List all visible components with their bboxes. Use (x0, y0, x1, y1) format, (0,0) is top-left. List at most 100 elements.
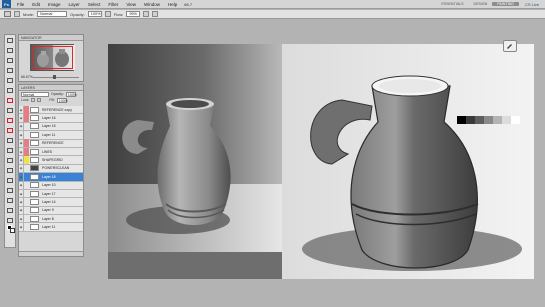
layer-thumbnail[interactable] (30, 182, 39, 189)
layer-name[interactable]: REFERENCE copy (42, 108, 72, 112)
layer-thumbnail[interactable] (30, 215, 39, 222)
menu-filter[interactable]: Filter (104, 2, 122, 7)
menu-edit[interactable]: Edit (28, 2, 44, 7)
gradient-tool-icon[interactable] (5, 146, 15, 155)
layer-name[interactable]: LINES (42, 150, 52, 154)
menu-select[interactable]: Select (84, 2, 105, 7)
opacity-field[interactable]: 100% (87, 11, 102, 17)
panel-toggle-icon[interactable] (503, 40, 517, 52)
eraser-tool-icon[interactable] (5, 136, 15, 145)
hand-tool-icon[interactable] (5, 216, 15, 225)
palette-swatch[interactable] (457, 116, 466, 124)
palette-swatch[interactable] (493, 116, 502, 124)
quick-select-tool-icon[interactable] (5, 66, 15, 75)
layer-thumbnail[interactable] (30, 207, 39, 214)
photoshop-logo-icon: Ps (2, 0, 11, 8)
healing-brush-tool-icon[interactable] (5, 96, 15, 105)
layer-thumbnail[interactable] (30, 123, 39, 130)
layer-name[interactable]: REFERENCE (42, 141, 64, 145)
navigator-zoom-value[interactable]: 66.67% (21, 75, 33, 79)
navigator-zoom-slider-handle[interactable] (53, 75, 56, 79)
palette-swatch[interactable] (466, 116, 475, 124)
background-color-swatch[interactable] (10, 228, 15, 233)
layer-thumbnail[interactable] (30, 173, 39, 180)
layer-thumbnail[interactable] (30, 198, 39, 205)
palette-swatch[interactable] (484, 116, 493, 124)
layer-thumbnail[interactable] (30, 190, 39, 197)
layer-name[interactable]: Layer 9 (42, 208, 54, 212)
menu-help[interactable]: Help (164, 2, 181, 7)
airbrush-icon[interactable] (143, 11, 150, 17)
history-brush-tool-icon[interactable] (5, 126, 15, 135)
layer-name[interactable]: POWERSCLEAN (42, 166, 69, 170)
type-tool-icon[interactable] (5, 186, 15, 195)
marquee-tool-icon[interactable] (5, 46, 15, 55)
navigator-tab[interactable]: NAVIGATOR (19, 35, 83, 41)
layer-thumbnail[interactable] (30, 224, 39, 231)
brush-tool-icon[interactable] (5, 106, 15, 115)
layer-name[interactable]: Layer 18 (42, 175, 56, 179)
layer-thumbnail[interactable] (30, 165, 39, 172)
crop-tool-icon[interactable] (5, 76, 15, 85)
mode-label: Mode: (23, 11, 35, 17)
photoshop-window: Ps File Edit Image Layer Select Filter V… (0, 0, 545, 307)
shape-tool-icon[interactable] (5, 206, 15, 215)
dodge-tool-icon[interactable] (5, 166, 15, 175)
pressure-opacity-icon[interactable] (104, 11, 111, 17)
palette-swatch[interactable] (502, 116, 511, 124)
layer-thumbnail[interactable] (30, 131, 39, 138)
navigator-preview[interactable] (30, 44, 75, 71)
navigator-zoom-slider[interactable] (33, 75, 79, 79)
workspace-design[interactable]: DESIGN (468, 2, 492, 6)
navigator-view-frame[interactable] (33, 46, 73, 69)
canvas-reference-photo[interactable] (108, 44, 282, 252)
zoom-level[interactable]: 66.7 (181, 2, 195, 7)
pressure-size-icon[interactable] (152, 11, 159, 17)
layer-name[interactable]: Layer 11 (42, 225, 55, 229)
menu-view[interactable]: View (122, 2, 140, 7)
layer-name[interactable]: Layer 10 (42, 183, 56, 187)
lock-position-icon[interactable] (37, 98, 42, 102)
layer-name[interactable]: Layer 11 (42, 133, 55, 137)
brush-preset-icon[interactable] (4, 11, 11, 17)
workspace-painting[interactable]: PAINTING (492, 2, 519, 6)
flow-field[interactable]: 95% (126, 11, 141, 17)
layer-thumbnail[interactable] (30, 157, 39, 164)
eyedropper-tool-icon[interactable] (5, 86, 15, 95)
painted-pitcher (282, 44, 534, 279)
layer-row[interactable]: ◉ Layer 11 (19, 223, 83, 232)
palette-swatch[interactable] (475, 116, 484, 124)
layer-opacity-field[interactable]: 100% (65, 91, 77, 97)
menu-image[interactable]: Image (44, 2, 65, 7)
path-select-tool-icon[interactable] (5, 196, 15, 205)
menu-layer[interactable]: Layer (65, 2, 84, 7)
layer-thumbnail[interactable] (30, 115, 39, 122)
layer-name[interactable]: Layer 15 (42, 124, 56, 128)
workspace-essentials[interactable]: ESSENTIALS (436, 2, 468, 6)
move-tool-icon[interactable] (5, 36, 15, 45)
mode-select[interactable]: Normal (37, 11, 68, 17)
layer-thumbnail[interactable] (30, 148, 39, 155)
brush-panel-icon[interactable] (14, 11, 20, 17)
layer-name[interactable]: Layer 17 (42, 192, 56, 196)
layer-name[interactable]: Layer 16 (42, 116, 56, 120)
layer-fill-field[interactable]: 100% (56, 97, 68, 103)
layer-opacity-label: Opacity: (51, 92, 64, 96)
menu-window[interactable]: Window (140, 2, 164, 7)
cs-live-link[interactable]: CS Live (519, 2, 545, 7)
layer-color-tag (24, 181, 29, 189)
layer-thumbnail[interactable] (30, 106, 39, 113)
layer-thumbnail[interactable] (30, 140, 39, 147)
layer-name[interactable]: Layer 14 (42, 200, 56, 204)
blend-mode-select[interactable]: Normal (21, 91, 49, 97)
clone-stamp-tool-icon[interactable] (5, 116, 15, 125)
layer-name[interactable]: SHAPEGRID (42, 158, 63, 162)
layer-name[interactable]: Layer 8 (42, 217, 54, 221)
pen-tool-icon[interactable] (5, 176, 15, 185)
lasso-tool-icon[interactable] (5, 56, 15, 65)
palette-swatch[interactable] (511, 116, 520, 124)
canvas-painting[interactable] (282, 44, 534, 279)
lock-pixels-icon[interactable] (31, 98, 36, 102)
blur-tool-icon[interactable] (5, 156, 15, 165)
menu-file[interactable]: File (13, 2, 28, 7)
